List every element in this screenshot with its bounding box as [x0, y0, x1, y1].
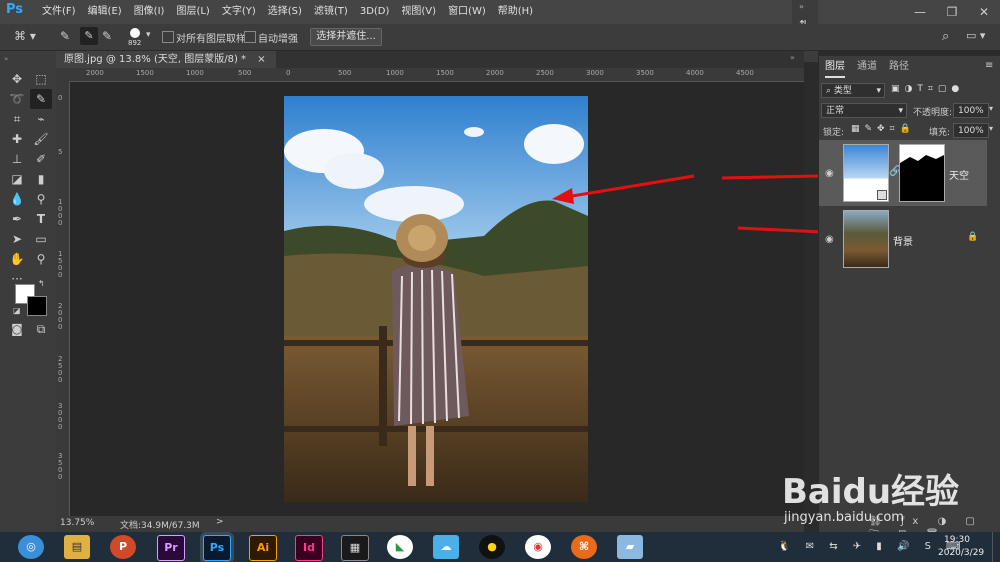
- layer-filter-icons[interactable]: ▣◑T⌗▢●: [891, 84, 964, 94]
- layer-row-background[interactable]: ◉ 背景 🔒: [819, 206, 987, 272]
- panel-menu-icon[interactable]: ≡: [985, 60, 993, 71]
- smart-object-badge-icon: [877, 190, 887, 200]
- windows-taskbar: ◎ ▤ P Pr Ps Ai Id ▦ ◣ ☁ ● ◉ ⌘ ▰ 🐧 ✉ ⇆ ✈ …: [0, 532, 1000, 562]
- visibility-eye-icon[interactable]: ◉: [825, 234, 834, 245]
- tab-paths[interactable]: 路径: [889, 58, 909, 76]
- notes-app-icon[interactable]: ▰: [617, 535, 643, 559]
- zoom-level[interactable]: 13.75%: [60, 518, 94, 528]
- layer-name[interactable]: 背景: [893, 233, 913, 248]
- premiere-icon[interactable]: Pr: [157, 535, 185, 561]
- lock-label: 锁定:: [823, 128, 845, 138]
- watermark-brand: Baidu经验: [782, 472, 960, 512]
- status-menu-icon[interactable]: >: [216, 517, 224, 527]
- visibility-eye-icon[interactable]: ◉: [825, 168, 834, 179]
- photoshop-taskbar-icon[interactable]: Ps: [203, 535, 231, 561]
- opacity-dropdown-icon[interactable]: ▾: [989, 104, 993, 113]
- fill-input[interactable]: 100%: [953, 123, 989, 138]
- indesign-icon[interactable]: Id: [295, 535, 323, 561]
- filter-dropdown-icon: ▾: [876, 86, 881, 96]
- illustrator-icon[interactable]: Ai: [249, 535, 277, 561]
- filter-kind-label: 类型: [833, 86, 852, 96]
- filter-search-icon: ⌕: [826, 86, 834, 96]
- layer-thumbnail-background[interactable]: [843, 210, 889, 268]
- layer-name[interactable]: 天空: [949, 167, 969, 182]
- layer-mask-thumbnail[interactable]: [899, 144, 945, 202]
- fill-label: 填充:: [929, 128, 951, 138]
- blend-dropdown-icon: ▾: [898, 106, 903, 116]
- lock-options-icons[interactable]: ▦✎✥⌗🔒: [851, 124, 916, 134]
- qq-icon[interactable]: ●: [479, 535, 505, 559]
- status-bar: 13.75% 文档:34.9M/67.3M >: [56, 516, 804, 532]
- show-desktop-button[interactable]: [992, 532, 1000, 562]
- tab-layers[interactable]: 图层: [825, 58, 845, 78]
- browser-icon[interactable]: ⌘: [571, 535, 597, 559]
- chrome-icon[interactable]: ◉: [525, 535, 551, 559]
- blend-mode-label: 正常: [826, 106, 845, 116]
- layer-row-sky[interactable]: ◉ 🔗 天空: [819, 140, 987, 206]
- tab-channels[interactable]: 通道: [857, 58, 877, 76]
- fill-dropdown-icon[interactable]: ▾: [989, 124, 993, 133]
- mask-shape: [900, 145, 944, 163]
- media-player-icon[interactable]: ◣: [387, 535, 413, 559]
- clock-date[interactable]: 2020/3/29: [938, 548, 984, 558]
- powerpoint-icon[interactable]: P: [110, 535, 136, 559]
- video-editor-icon[interactable]: ▦: [341, 535, 369, 561]
- baidu-jingyan-watermark: Baidu经验 jingyan.baidu.com: [780, 452, 1000, 532]
- blend-mode-select[interactable]: 正常 ▾: [821, 103, 907, 118]
- document-size: 文档:34.9M/67.3M: [120, 521, 200, 531]
- opacity-label: 不透明度:: [913, 108, 953, 118]
- clock-time[interactable]: 19:30: [944, 535, 970, 545]
- layer-filter-select[interactable]: ⌕ 类型 ▾: [821, 83, 885, 98]
- opacity-input[interactable]: 100%: [953, 103, 989, 118]
- start-button-icon[interactable]: ◎: [18, 535, 44, 559]
- layer-lock-icon: 🔒: [967, 232, 979, 242]
- chat-app-icon[interactable]: ☁: [433, 535, 459, 559]
- watermark-url: jingyan.baidu.com: [784, 510, 904, 525]
- file-explorer-icon[interactable]: ▤: [64, 535, 90, 559]
- layer-thumbnail-sky[interactable]: [843, 144, 889, 202]
